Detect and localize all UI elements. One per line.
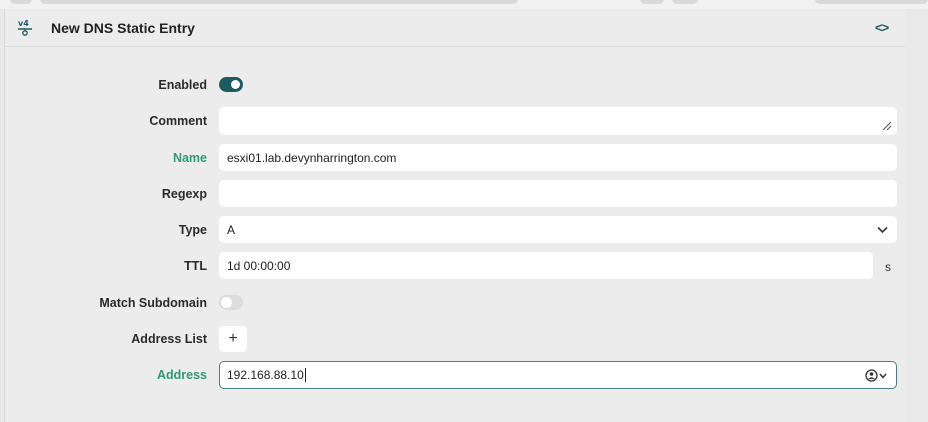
regexp-field[interactable] xyxy=(219,180,897,207)
dns-static-entry-panel: v4 New DNS Static Entry <> Enabled Comme… xyxy=(4,9,905,422)
type-label: Type xyxy=(178,223,207,237)
text-caret xyxy=(304,368,306,382)
top-tab-segment xyxy=(640,0,664,4)
address-value: 192.168.88.10 xyxy=(227,368,304,382)
toggle-knob xyxy=(231,80,240,89)
page-title: New DNS Static Entry xyxy=(51,20,195,36)
ttl-value: 1d 00:00:00 xyxy=(227,258,291,273)
top-tab-segment xyxy=(672,0,698,4)
type-select[interactable]: A xyxy=(219,216,897,243)
address-field[interactable]: 192.168.88.10 xyxy=(219,361,897,389)
name-label: Name xyxy=(172,151,207,165)
name-value: esxi01.lab.devynharrington.com xyxy=(227,150,397,165)
ttl-label: TTL xyxy=(184,259,207,273)
resize-handle-icon[interactable] xyxy=(882,121,892,131)
top-tab-segment xyxy=(815,0,928,4)
panel-header: v4 New DNS Static Entry <> xyxy=(5,9,905,47)
ttl-field[interactable]: 1d 00:00:00 xyxy=(219,252,873,279)
enabled-toggle[interactable] xyxy=(219,77,243,92)
chevron-down-icon xyxy=(877,226,888,234)
enabled-label: Enabled xyxy=(158,78,207,92)
top-tab-segment xyxy=(40,0,518,4)
match-subdomain-toggle[interactable] xyxy=(219,295,243,310)
toggle-knob xyxy=(221,297,232,308)
user-circle-icon[interactable] xyxy=(865,369,889,382)
ipv4-route-icon: v4 xyxy=(18,19,32,36)
ttl-unit: s xyxy=(885,260,891,274)
comment-field[interactable] xyxy=(219,107,897,135)
match-subdomain-label: Match Subdomain xyxy=(99,296,207,310)
top-tab-segment xyxy=(10,0,32,4)
type-value: A xyxy=(227,222,236,237)
code-view-toggle[interactable]: <> xyxy=(875,20,889,35)
address-label: Address xyxy=(156,368,207,382)
top-tab-strip xyxy=(0,0,928,9)
regexp-label: Regexp xyxy=(161,187,207,201)
name-field[interactable]: esxi01.lab.devynharrington.com xyxy=(219,144,897,171)
comment-label: Comment xyxy=(149,114,207,128)
address-list-label: Address List xyxy=(131,332,207,346)
svg-text:v4: v4 xyxy=(18,19,29,28)
add-address-list-button[interactable]: + xyxy=(219,326,247,352)
